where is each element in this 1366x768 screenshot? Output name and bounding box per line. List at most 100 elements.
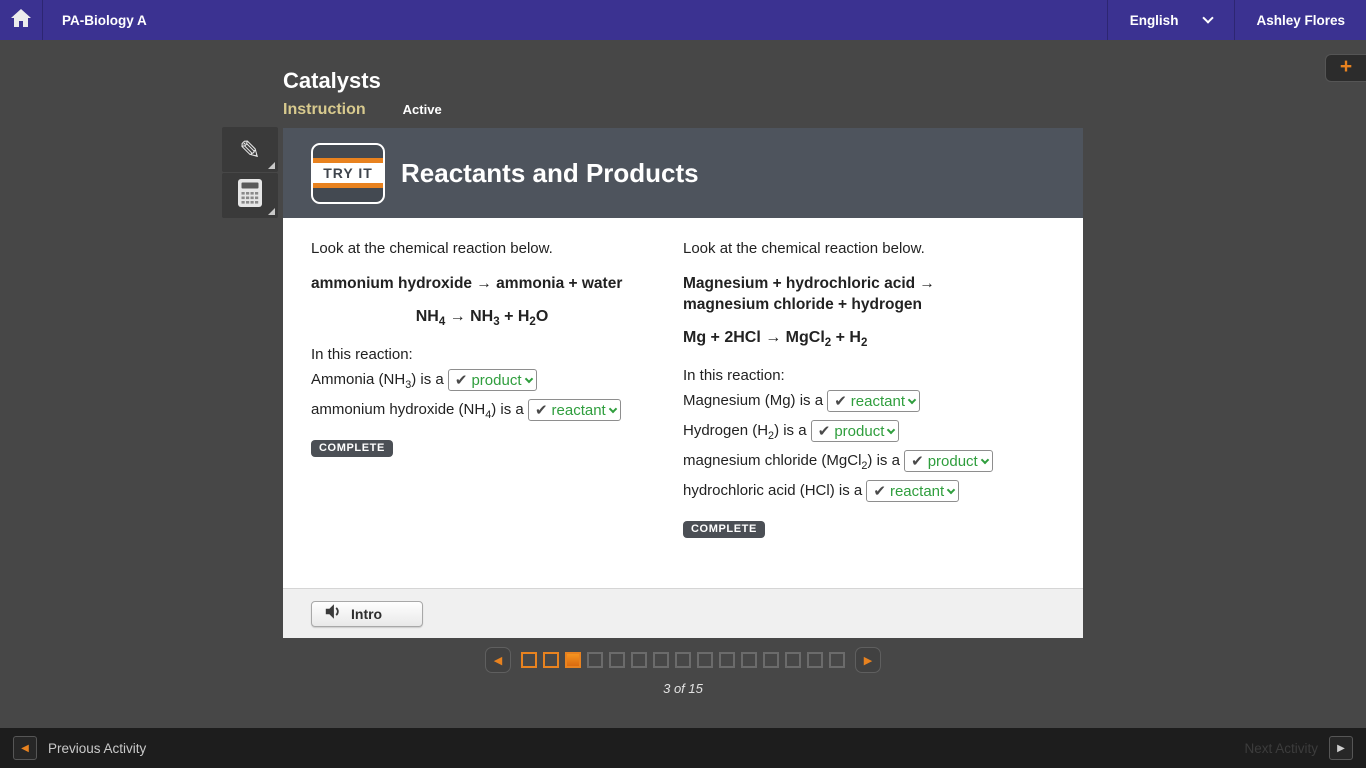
lesson-tabs: Instruction Active (283, 101, 442, 119)
page-square-2[interactable] (543, 652, 559, 668)
prompt-text: In this reaction: (311, 346, 413, 363)
bottom-bar: ◀ Previous Activity Next Activity ▶ (0, 728, 1366, 768)
tool-sidebar: ✎ (222, 127, 278, 219)
page-square-5[interactable] (609, 652, 625, 668)
previous-page-button[interactable]: ◀ (485, 647, 511, 673)
role-dropdown-hydrochloric-acid[interactable]: ✔ reactant (866, 480, 960, 503)
next-page-button[interactable]: ▶ (855, 647, 881, 673)
left-arrow-icon: ◀ (21, 742, 29, 754)
activity-card: TRY IT Reactants and Products Look at th… (283, 128, 1083, 638)
reaction-role-row: Hydrogen (H2) is a ✔ product (683, 417, 1055, 444)
home-button[interactable] (0, 0, 43, 40)
word-equation: Magnesium + hydrochloric acid → magnesiu… (683, 275, 935, 313)
page-square-12[interactable] (763, 652, 779, 668)
activity-body: Look at the chemical reaction below. amm… (283, 218, 1083, 588)
check-icon: ✔ (817, 422, 831, 440)
next-activity-label: Next Activity (1244, 740, 1318, 756)
page-square-15[interactable] (829, 652, 845, 668)
next-activity-button[interactable]: ▶ (1329, 736, 1353, 760)
reaction-role-row: hydrochloric acid (HCl) is a ✔ reactant (683, 477, 1055, 504)
role-dropdown-ammonium-hydroxide[interactable]: ✔ reactant (527, 399, 621, 422)
complete-badge: COMPLETE (311, 440, 393, 457)
role-dropdown-magnesium[interactable]: ✔ reactant (827, 390, 920, 413)
reaction-role-row: magnesium chloride (MgCl2) is a ✔ product (683, 447, 1055, 474)
pagination-squares (521, 652, 845, 668)
speaker-icon (324, 603, 342, 625)
language-dropdown[interactable]: English (1106, 0, 1236, 40)
row-label: Ammonia (NH3) is a (311, 371, 448, 391)
chevron-down-icon (524, 374, 533, 383)
page-square-14[interactable] (807, 652, 823, 668)
role-dropdown-magnesium-chloride[interactable]: ✔ product (904, 450, 993, 473)
left-column: Look at the chemical reaction below. amm… (311, 240, 683, 588)
intro-button-label: Intro (351, 605, 383, 622)
chevron-down-icon (946, 485, 956, 494)
pencil-icon: ✎ (239, 134, 261, 165)
page-square-9[interactable] (697, 652, 713, 668)
page-square-7[interactable] (653, 652, 669, 668)
row-label: ammonium hydroxide (NH4) is a (311, 401, 528, 421)
tab-instruction[interactable]: Instruction (283, 101, 366, 119)
row-label: Magnesium (Mg) is a (683, 392, 828, 409)
chevron-down-icon (887, 425, 896, 434)
lesson-title: Catalysts (283, 68, 381, 93)
chevron-down-icon (1202, 12, 1215, 24)
complete-badge: COMPLETE (683, 521, 765, 538)
reaction-role-row: ammonium hydroxide (NH4) is a ✔ reactant (311, 396, 683, 423)
chevron-down-icon (907, 395, 917, 404)
try-it-logo: TRY IT (311, 142, 385, 204)
page-square-11[interactable] (741, 652, 757, 668)
activity-footer: Intro (283, 588, 1083, 638)
chevron-down-icon (980, 455, 989, 464)
intro-audio-button[interactable]: Intro (311, 600, 423, 627)
plus-button[interactable]: + (1325, 54, 1366, 82)
row-label: hydrochloric acid (HCl) is a (683, 482, 867, 499)
row-label: magnesium chloride (MgCl2) is a (683, 452, 905, 472)
calculator-icon (237, 178, 263, 213)
check-icon: ✔ (454, 371, 468, 389)
word-equation: ammonium hydroxide → ammonia + water (311, 275, 623, 292)
chemical-equation: NH4 → NH3 + H2O (415, 308, 549, 329)
activity-title: Reactants and Products (401, 157, 699, 188)
page-square-4[interactable] (587, 652, 603, 668)
top-bar: PA-Biology A English Ashley Flores (0, 0, 1366, 40)
intro-text: Look at the chemical reaction below. (311, 240, 553, 257)
page-square-13[interactable] (785, 652, 801, 668)
page-square-10[interactable] (719, 652, 735, 668)
language-label: English (1129, 12, 1179, 28)
reaction-role-row: Ammonia (NH3) is a ✔ product (311, 366, 683, 393)
calculator-tool-button[interactable] (222, 173, 278, 218)
previous-activity-label[interactable]: Previous Activity (48, 741, 146, 756)
right-arrow-icon: ▶ (1337, 742, 1345, 754)
check-icon: ✔ (534, 401, 548, 419)
row-label: Hydrogen (H2) is a (683, 422, 811, 442)
page-square-3[interactable] (565, 652, 581, 668)
plus-icon: + (1339, 55, 1353, 78)
left-arrow-icon: ◀ (493, 654, 503, 667)
activity-header: TRY IT Reactants and Products (283, 128, 1083, 218)
role-dropdown-hydrogen[interactable]: ✔ product (810, 420, 900, 443)
page-square-8[interactable] (675, 652, 691, 668)
try-it-label: TRY IT (313, 163, 383, 183)
page-square-6[interactable] (631, 652, 647, 668)
check-icon: ✔ (834, 392, 847, 410)
user-name[interactable]: Ashley Flores (1235, 13, 1366, 28)
course-title: PA-Biology A (62, 12, 147, 28)
role-dropdown-ammonia[interactable]: ✔ product (447, 369, 537, 392)
chevron-down-icon (608, 404, 617, 413)
chemical-equation: Mg + 2HCl → MgCl2 + H2 (683, 329, 868, 350)
page-square-1[interactable] (521, 652, 537, 668)
reaction-role-row: Magnesium (Mg) is a ✔ reactant (683, 387, 1055, 414)
prompt-text: In this reaction: (683, 367, 785, 384)
tab-active[interactable]: Active (403, 102, 442, 117)
home-icon (10, 8, 32, 33)
previous-activity-button[interactable]: ◀ (13, 736, 37, 760)
page-indicator: 3 of 15 (663, 681, 703, 696)
intro-text: Look at the chemical reaction below. (683, 240, 925, 257)
check-icon: ✔ (873, 482, 886, 500)
check-icon: ✔ (911, 452, 924, 470)
main-area: Catalysts Instruction Active ✎ TRY IT Re… (0, 40, 1366, 728)
pagination: ◀ ▶ (0, 647, 1366, 673)
highlighter-tool-button[interactable]: ✎ (222, 127, 278, 172)
right-arrow-icon: ▶ (863, 654, 873, 667)
